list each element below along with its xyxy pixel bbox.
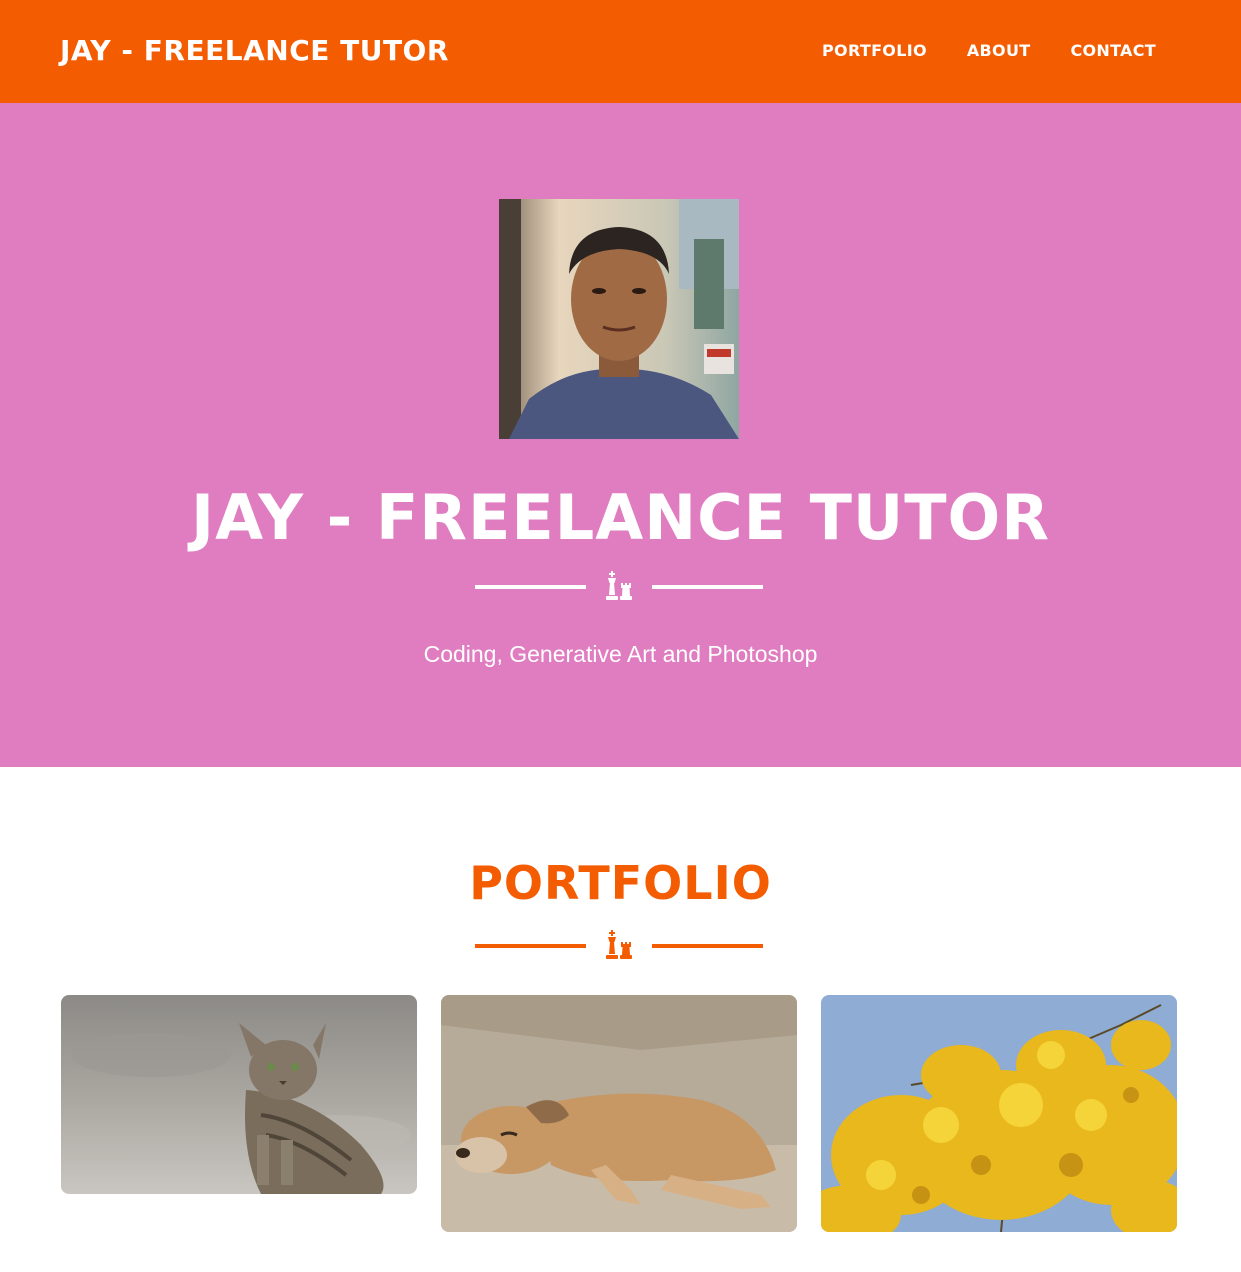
hero-subtitle: Coding, Generative Art and Photoshop <box>423 641 818 667</box>
nav-link-portfolio[interactable]: PORTFOLIO <box>822 41 927 60</box>
hero-section: JAY - FREELANCE TUTOR Coding, Generative… <box>0 103 1241 767</box>
divider-line-left <box>475 585 586 589</box>
yellow-flowers-photo <box>821 995 1177 1232</box>
portfolio-item-flowers[interactable] <box>821 995 1177 1232</box>
hero-title: JAY - FREELANCE TUTOR <box>191 481 1050 554</box>
portfolio-divider <box>475 930 763 964</box>
portfolio-item-cat[interactable] <box>61 995 417 1194</box>
nav-link-contact[interactable]: CONTACT <box>1070 41 1156 60</box>
nav-links: PORTFOLIO ABOUT CONTACT <box>822 41 1156 60</box>
divider-line-left <box>475 944 586 948</box>
navbar: JAY - FREELANCE TUTOR PORTFOLIO ABOUT CO… <box>0 0 1241 103</box>
portfolio-item-dog[interactable] <box>441 995 797 1232</box>
brand-link[interactable]: JAY - FREELANCE TUTOR <box>60 34 449 67</box>
cat-photo <box>61 995 417 1194</box>
chess-pieces-icon <box>602 571 636 605</box>
avatar <box>499 199 739 439</box>
hero-divider <box>475 571 763 605</box>
chess-pieces-icon <box>602 930 636 964</box>
divider-line-right <box>652 944 763 948</box>
portfolio-title: PORTFOLIO <box>469 856 772 910</box>
divider-line-right <box>652 585 763 589</box>
nav-link-about[interactable]: ABOUT <box>967 41 1031 60</box>
dog-photo <box>441 995 797 1232</box>
